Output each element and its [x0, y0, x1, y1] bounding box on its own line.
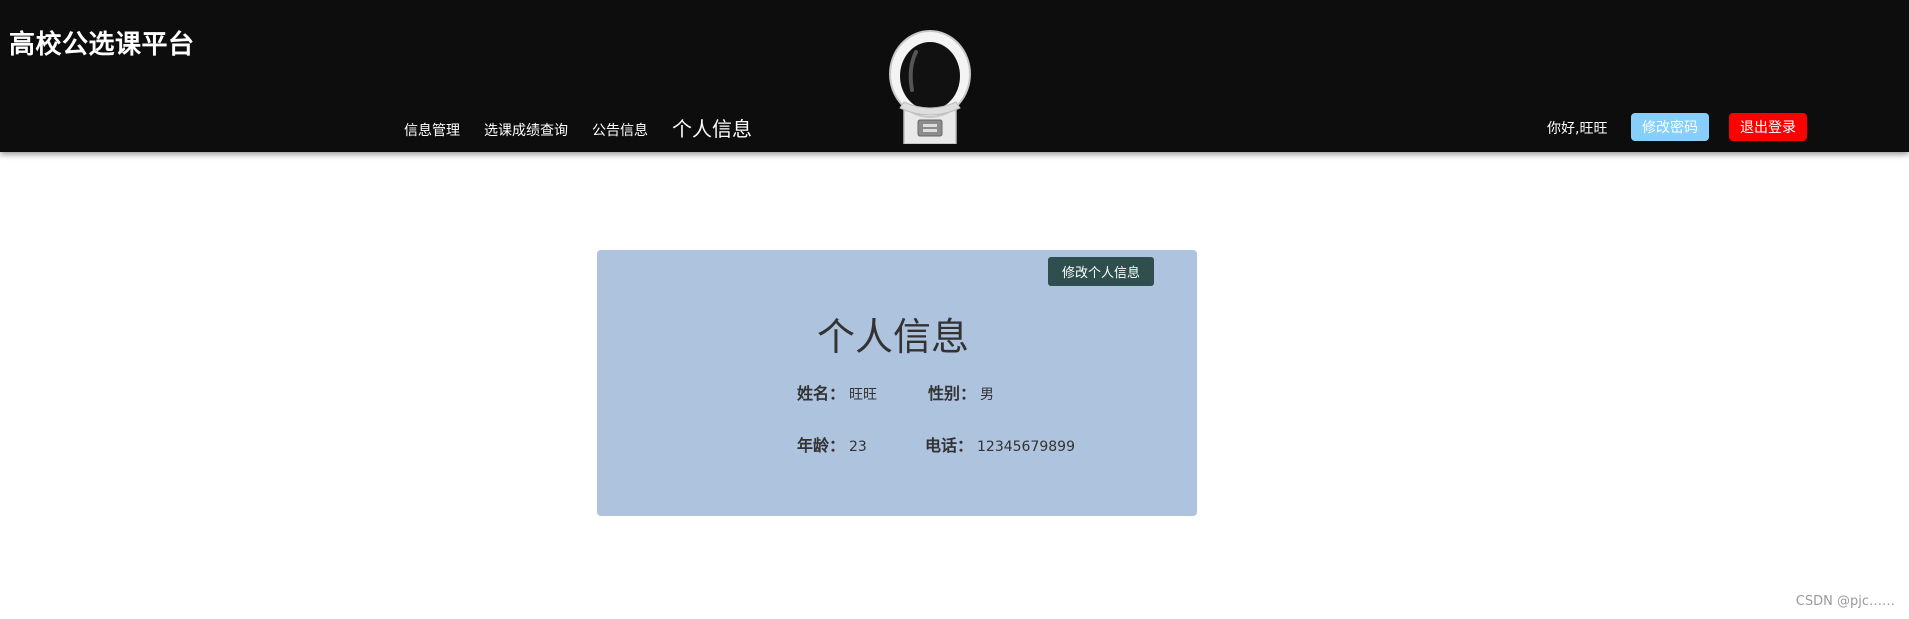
- nav-item-announcements[interactable]: 公告信息: [592, 120, 648, 140]
- change-password-button[interactable]: 修改密码: [1631, 113, 1709, 141]
- field-age: 年龄： 23: [797, 432, 867, 456]
- field-name: 姓名： 旺旺: [797, 380, 877, 404]
- user-greeting: 你好,旺旺: [1547, 121, 1608, 137]
- field-age-value: 23: [849, 439, 867, 455]
- nav-item-course-grade-query[interactable]: 选课成绩查询: [484, 120, 568, 140]
- nav-item-info-management[interactable]: 信息管理: [404, 120, 460, 140]
- field-gender-value: 男: [980, 387, 995, 403]
- field-phone-value: 12345679899: [977, 439, 1075, 455]
- nav-item-personal-info[interactable]: 个人信息: [672, 113, 752, 142]
- edit-profile-button[interactable]: 修改个人信息: [1048, 257, 1154, 286]
- watermark: CSDN @pjc……: [1795, 594, 1895, 609]
- brand-title: 高校公选课平台: [9, 30, 195, 60]
- field-gender-label: 性别：: [928, 384, 977, 403]
- field-name-value: 旺旺: [849, 387, 878, 403]
- astronaut-icon: [889, 30, 971, 144]
- field-phone: 电话： 12345679899: [925, 432, 1075, 456]
- logout-button[interactable]: 退出登录: [1729, 113, 1807, 141]
- page: 高校公选课平台 信息管理 选课成绩查询 公告信息 个人信息 你好,旺旺 修改密码…: [0, 0, 1909, 619]
- field-gender: 性别： 男: [928, 380, 994, 404]
- header-bar: 高校公选课平台 信息管理 选课成绩查询 公告信息 个人信息 你好,旺旺 修改密码…: [0, 0, 1909, 152]
- field-phone-label: 电话：: [925, 436, 974, 455]
- profile-title: 个人信息: [817, 315, 970, 359]
- profile-card: 修改个人信息 个人信息 姓名： 旺旺 性别： 男 年龄： 23 电话： 1234…: [597, 250, 1197, 516]
- field-name-label: 姓名：: [797, 384, 846, 403]
- field-age-label: 年龄：: [797, 436, 846, 455]
